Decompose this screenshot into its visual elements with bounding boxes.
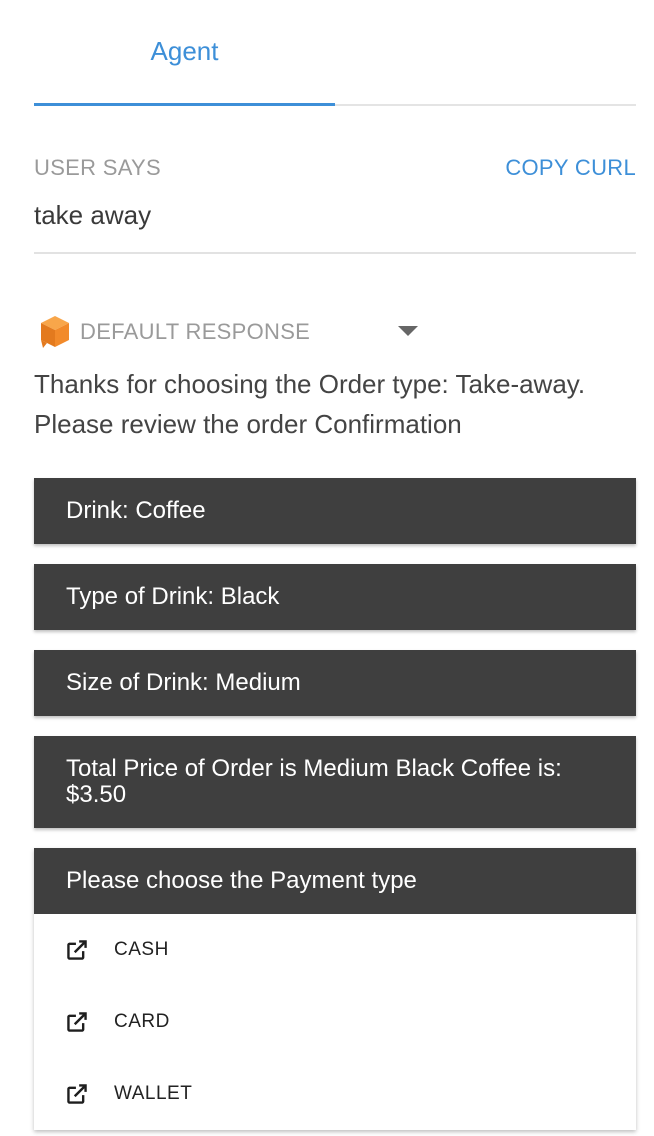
info-card-size: Size of Drink: Medium [34,650,636,716]
user-says-divider [34,252,636,254]
response-text: Thanks for choosing the Order type: Take… [34,369,586,439]
copy-curl-link[interactable]: COPY CURL [505,155,636,181]
payment-option-label: WALLET [114,1083,193,1104]
tab-agent[interactable]: Agent [34,0,335,104]
external-link-icon [67,1084,87,1104]
default-response-label: DEFAULT RESPONSE [80,319,311,344]
payment-option-wallet[interactable]: WALLET [34,1064,636,1124]
payment-card: Please choose the Payment type CASH CARD… [34,848,636,1130]
info-card-text: Drink: Coffee [66,497,206,524]
payment-title-text: Please choose the Payment type [66,867,417,894]
tab-active-indicator [34,103,335,106]
tab-agent-label: Agent [150,36,219,66]
user-says-text: take away [34,200,152,230]
info-card-total: Total Price of Order is Medium Black Cof… [34,736,636,828]
tab-bar: Agent [34,0,636,106]
info-card-drink: Drink: Coffee [34,478,636,544]
payment-option-label: CARD [114,1011,170,1032]
external-link-icon [67,940,87,960]
user-says-label: USER SAYS [34,155,161,180]
default-response-toggle[interactable]: DEFAULT RESPONSE [38,312,428,352]
info-card-text: Size of Drink: Medium [66,669,301,696]
info-card-text: Type of Drink: Black [66,583,280,610]
external-link-icon [67,1012,87,1032]
payment-title: Please choose the Payment type [34,848,636,914]
payment-option-card[interactable]: CARD [34,992,636,1052]
info-card-type: Type of Drink: Black [34,564,636,630]
orange-cube-icon [41,316,69,348]
payment-option-cash[interactable]: CASH [34,920,636,980]
payment-option-label: CASH [114,939,169,960]
info-card-text: Total Price of Order is Medium Black Cof… [66,755,562,808]
chevron-down-icon[interactable] [398,326,418,336]
